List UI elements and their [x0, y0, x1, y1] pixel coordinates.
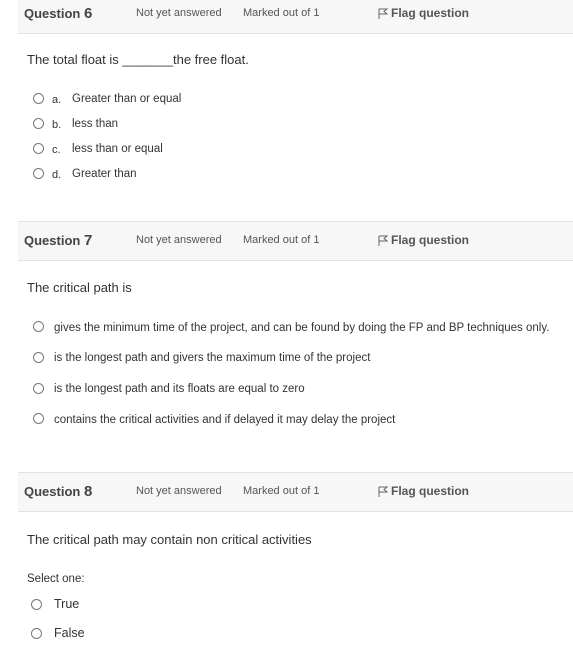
question-8-select-prompt: Select one:: [27, 573, 85, 585]
question-label: Question: [24, 484, 81, 499]
q6-option-c-label[interactable]: less than or equal: [72, 143, 163, 155]
question-8-status: Not yet answered: [136, 485, 222, 497]
question-6-header: Question 6 Not yet answered Marked out o…: [18, 0, 573, 34]
question-8-flag-button[interactable]: Flag question: [378, 484, 469, 498]
flag-icon: [378, 486, 389, 497]
q7-option-2-radio[interactable]: [33, 352, 44, 363]
q7-option-1-radio[interactable]: [33, 321, 44, 332]
question-7-marks: Marked out of 1: [243, 234, 320, 246]
question-number: 8: [83, 483, 93, 500]
q6-option-b-radio[interactable]: [33, 118, 44, 129]
q8-option-true-label[interactable]: True: [54, 597, 79, 611]
question-7-title: Question 7: [24, 232, 92, 249]
q7-option-4-radio[interactable]: [33, 413, 44, 424]
q7-option-3-label[interactable]: is the longest path and its floats are e…: [54, 383, 305, 395]
question-7-text: The critical path is: [27, 280, 132, 295]
question-6-marks: Marked out of 1: [243, 7, 320, 19]
q6-option-d-letter: d.: [52, 169, 62, 181]
q6-option-c-radio[interactable]: [33, 143, 44, 154]
question-label: Question: [24, 6, 81, 21]
q6-option-d-radio[interactable]: [33, 168, 44, 179]
question-6-flag-button[interactable]: Flag question: [378, 6, 469, 20]
q6-option-a-letter: a.: [52, 94, 62, 106]
question-label: Question: [24, 233, 81, 248]
flag-label: Flag question: [391, 484, 469, 498]
q8-option-false-label[interactable]: False: [54, 626, 85, 640]
question-7-header: Question 7 Not yet answered Marked out o…: [18, 221, 573, 261]
q6-option-a-radio[interactable]: [33, 93, 44, 104]
question-number: 6: [83, 5, 93, 22]
q7-option-1-label[interactable]: gives the minimum time of the project, a…: [54, 322, 549, 334]
q6-option-b-letter: b.: [52, 119, 62, 131]
flag-label: Flag question: [391, 6, 469, 20]
question-8-header: Question 8 Not yet answered Marked out o…: [18, 472, 573, 512]
question-8-marks: Marked out of 1: [243, 485, 320, 497]
question-8-text: The critical path may contain non critic…: [27, 532, 312, 547]
question-8-title: Question 8: [24, 483, 92, 500]
question-6-title: Question 6: [24, 5, 92, 22]
question-7-flag-button[interactable]: Flag question: [378, 233, 469, 247]
q7-option-3-radio[interactable]: [33, 383, 44, 394]
q8-option-true-radio[interactable]: [31, 599, 42, 610]
q6-option-c-letter: c.: [52, 144, 61, 156]
q7-option-2-label[interactable]: is the longest path and givers the maxim…: [54, 352, 370, 364]
q6-option-b-label[interactable]: less than: [72, 118, 118, 130]
q6-option-a-label[interactable]: Greater than or equal: [72, 93, 181, 105]
q7-option-4-label[interactable]: contains the critical activities and if …: [54, 414, 395, 426]
question-6-status: Not yet answered: [136, 7, 222, 19]
flag-label: Flag question: [391, 233, 469, 247]
flag-icon: [378, 8, 389, 19]
question-number: 7: [83, 232, 93, 249]
q8-option-false-radio[interactable]: [31, 628, 42, 639]
question-6-text: The total float is _______the free float…: [27, 52, 249, 67]
q6-option-d-label[interactable]: Greater than: [72, 168, 137, 180]
question-7-status: Not yet answered: [136, 234, 222, 246]
flag-icon: [378, 235, 389, 246]
